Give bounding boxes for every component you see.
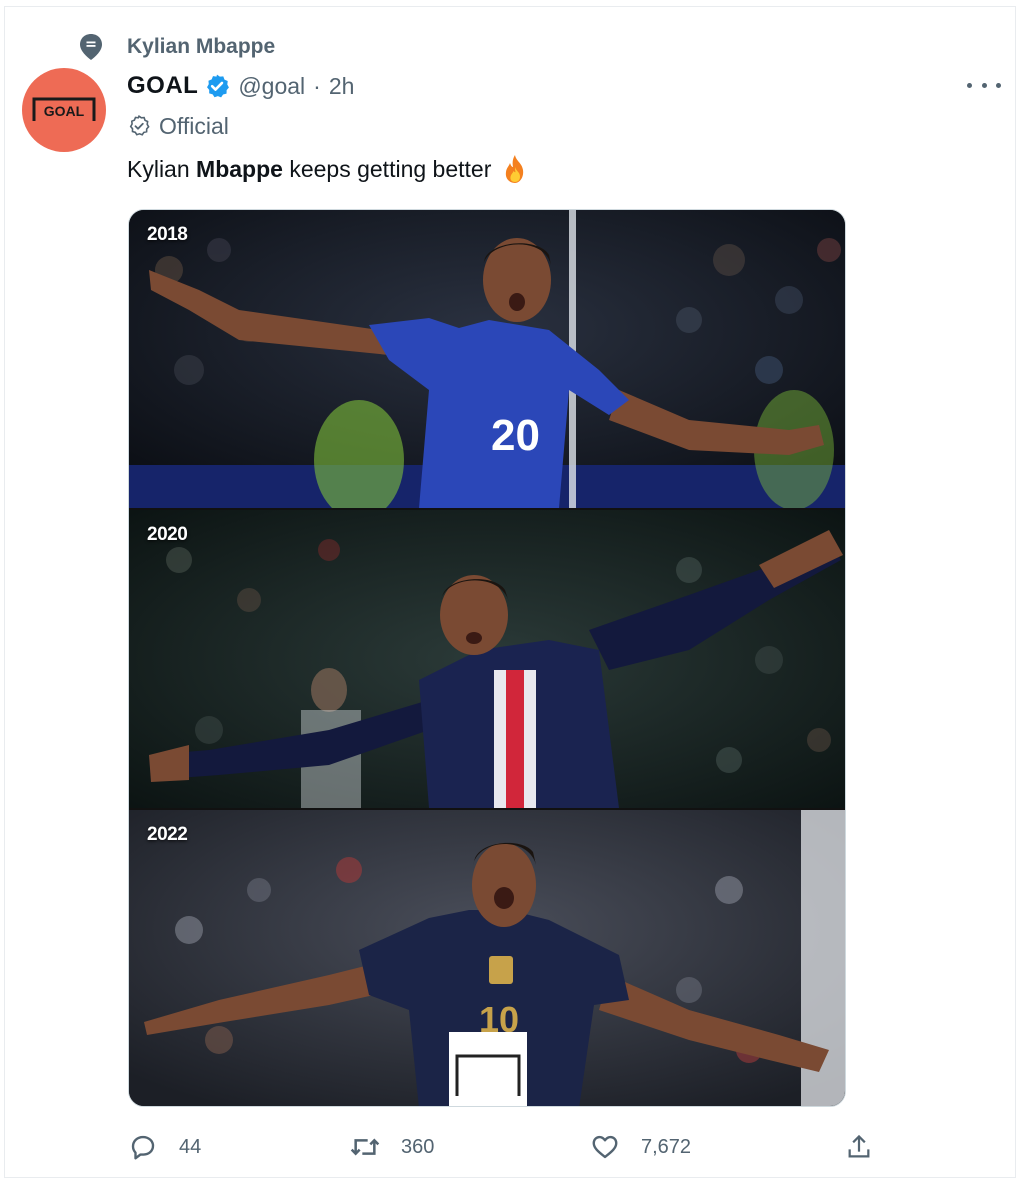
share-button[interactable] — [843, 1127, 875, 1167]
timestamp[interactable]: 2h — [329, 73, 355, 100]
retweet-count: 360 — [401, 1135, 435, 1158]
official-label-icon — [127, 114, 151, 138]
display-name[interactable]: GOAL — [127, 72, 198, 100]
like-button[interactable]: 7,672 — [589, 1127, 691, 1167]
photo-panel-2018[interactable]: 20 2018 — [129, 210, 845, 508]
more-dot — [996, 82, 1001, 88]
more-dot — [981, 82, 987, 88]
retweet-button[interactable]: 360 — [349, 1127, 434, 1167]
photo-panel-2020[interactable]: 2020 — [129, 510, 845, 808]
more-dot — [967, 82, 972, 88]
year-label-2022: 2022 — [147, 824, 188, 845]
year-label-2020: 2020 — [147, 524, 188, 545]
tweet-text-highlight: Mbappe — [196, 155, 283, 182]
reply-count: 44 — [179, 1135, 202, 1158]
official-label: Official — [127, 111, 229, 141]
topic-row[interactable]: Kylian Mbappe — [77, 31, 275, 63]
tweet-header: GOAL @goal · 2h — [127, 69, 354, 103]
share-icon — [843, 1131, 875, 1163]
tweet-card[interactable]: Kylian Mbappe GOAL GOAL @goal · 2h Offic… — [4, 6, 1016, 1178]
more-options-icon[interactable] — [967, 73, 1001, 97]
jersey-number-2018: 20 — [491, 411, 540, 460]
like-count: 7,672 — [641, 1135, 692, 1158]
separator-dot: · — [313, 72, 321, 99]
topic-icon — [77, 33, 105, 61]
tweet-media[interactable]: 20 2018 2020 10 2022 — [128, 209, 846, 1107]
heart-icon — [589, 1131, 621, 1163]
topic-label[interactable]: Kylian Mbappe — [127, 35, 275, 59]
verified-badge-icon — [204, 73, 230, 99]
svg-text:GOAL: GOAL — [44, 103, 85, 119]
fire-emoji-icon — [499, 153, 531, 185]
handle[interactable]: @goal — [238, 73, 305, 100]
action-bar: 44 360 7,672 — [127, 1127, 887, 1167]
reply-icon — [127, 1131, 159, 1163]
year-label-2018: 2018 — [147, 224, 188, 245]
tweet-text-end: keeps getting better — [282, 155, 492, 182]
tweet-text: Kylian Mbappe keeps getting better — [127, 153, 531, 185]
tweet-text-start: Kylian — [127, 155, 197, 182]
photo-panel-2022[interactable]: 10 2022 — [129, 810, 845, 1106]
photo-2020 — [129, 510, 845, 808]
goal-logo: GOAL — [32, 95, 96, 125]
avatar[interactable]: GOAL — [22, 68, 106, 152]
reply-button[interactable]: 44 — [127, 1127, 201, 1167]
retweet-icon — [349, 1131, 381, 1163]
official-label-text: Official — [159, 112, 229, 139]
photo-2018: 20 — [129, 210, 845, 508]
goal-watermark — [449, 1032, 527, 1106]
